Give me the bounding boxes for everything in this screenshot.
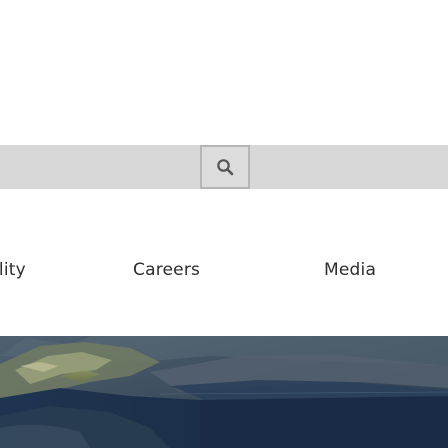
nav-link-label: ility	[0, 260, 26, 280]
nav-link-label: Media	[324, 260, 377, 280]
search-bar-extension	[250, 145, 448, 189]
nav-link-media[interactable]: Media	[324, 255, 376, 285]
nav-link-careers[interactable]: Careers	[133, 255, 200, 285]
footer-nav: ility Careers Media	[0, 255, 448, 285]
search-input[interactable]	[0, 145, 200, 189]
nav-link-accessibility[interactable]: ility	[0, 255, 80, 285]
hero-image	[0, 336, 448, 448]
nav-link-label: Careers	[133, 260, 201, 280]
aerial-landscape-photo	[0, 336, 448, 448]
search-icon	[216, 158, 234, 176]
search-button[interactable]	[200, 145, 250, 189]
search-bar	[0, 145, 448, 189]
